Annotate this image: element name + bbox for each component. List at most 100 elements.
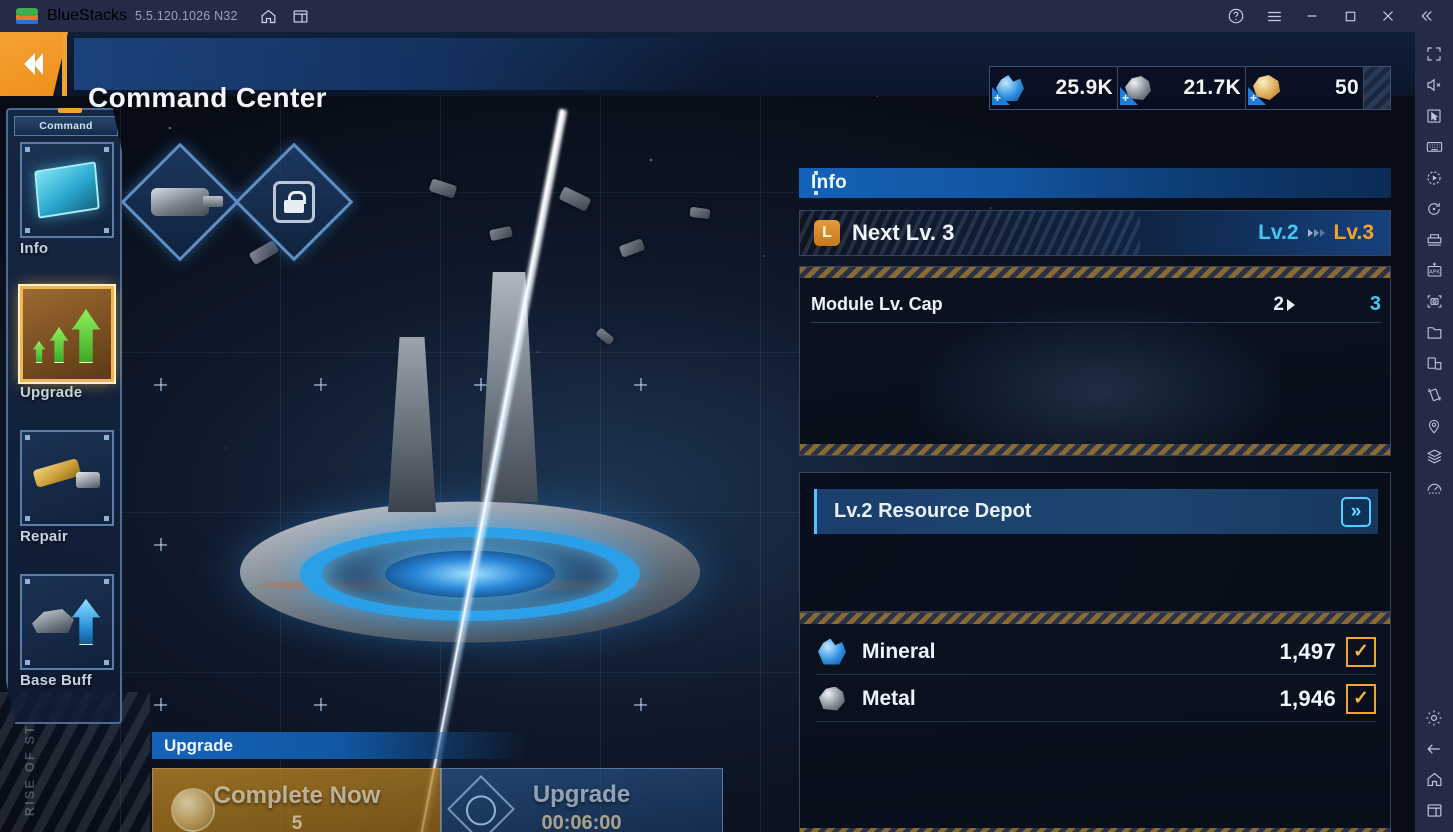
- bluestacks-window: BlueStacks 5.5.120.1026 N32 RISE OF ST C…: [0, 0, 1453, 832]
- info-blueprint-icon: [20, 142, 114, 238]
- header-accent-bar: [62, 32, 67, 96]
- mineral-crystal-icon: [816, 635, 854, 669]
- next-level-row: L Next Lv. 3 Lv.2 Lv.3: [799, 210, 1391, 256]
- lock-icon: [262, 170, 326, 234]
- keyboard-controls-icon[interactable]: [1419, 131, 1449, 162]
- sidebar-item-label: Upgrade: [20, 384, 83, 401]
- fullscreen-icon[interactable]: [1419, 38, 1449, 69]
- module-cap-panel: Module Lv. Cap 2 3: [799, 266, 1391, 456]
- unlock-label: Lv.2 Resource Depot: [834, 500, 1032, 522]
- home-icon[interactable]: [1419, 764, 1449, 795]
- sidebar-item-base-buff[interactable]: Base Buff: [20, 574, 114, 689]
- back-button[interactable]: [0, 32, 68, 96]
- cursor-icon[interactable]: [1419, 100, 1449, 131]
- mineral-value: 25.9K: [1055, 76, 1113, 99]
- titlebar: BlueStacks 5.5.120.1026 N32: [0, 0, 1453, 32]
- upgrade-cost-panel: Mineral 1,497 ✓ Metal 1,946 ✓: [799, 612, 1391, 832]
- location-icon[interactable]: [1419, 410, 1449, 441]
- multi-instance-icon[interactable]: [1419, 224, 1449, 255]
- layers-icon[interactable]: [1419, 441, 1449, 472]
- next-level-label: Next Lv. 3: [852, 220, 955, 245]
- sidebar-item-info[interactable]: Info: [20, 142, 114, 257]
- titlebar-nav-icons: [254, 3, 316, 29]
- metal-ore-icon: +: [1120, 71, 1156, 105]
- page-title: Command Center: [88, 82, 327, 113]
- help-icon[interactable]: [1219, 2, 1253, 30]
- close-icon[interactable]: [1371, 2, 1405, 30]
- level-progression: Lv.2 Lv.3: [1258, 221, 1374, 245]
- collapse-sidebar-icon[interactable]: [1409, 2, 1443, 30]
- titlebar-window-controls: [1219, 2, 1447, 30]
- sidebar-item-label: Repair: [20, 528, 68, 545]
- maximize-icon[interactable]: [1333, 2, 1367, 30]
- metal-value: 21.7K: [1183, 76, 1241, 99]
- game-viewport: RISE OF ST Command Center + 25.9K + 21.7…: [0, 32, 1415, 832]
- copy-to-pc-icon[interactable]: [1419, 348, 1449, 379]
- panel-header: Command: [14, 116, 118, 136]
- gold-nugget-icon: +: [1248, 71, 1284, 105]
- resource-metal[interactable]: + 21.7K: [1118, 67, 1246, 109]
- info-panel-header: Info: [799, 168, 1391, 198]
- performance-gauge-icon[interactable]: [1419, 472, 1449, 503]
- resource-mineral[interactable]: + 25.9K: [990, 67, 1118, 109]
- sidebar-item-repair[interactable]: Repair: [20, 430, 114, 545]
- app-name: BlueStacks: [47, 7, 128, 24]
- cost-amount: 1,946: [1279, 685, 1336, 711]
- resource-bar-end-decor: [1364, 67, 1390, 109]
- confirm-seal-icon: [447, 775, 515, 832]
- current-level: Lv.2: [1258, 221, 1299, 244]
- mute-icon[interactable]: [1419, 69, 1449, 100]
- arrow-right-icon: [1307, 229, 1325, 237]
- complete-now-button[interactable]: Complete Now 5: [152, 768, 442, 832]
- module-cap-current: 2: [1273, 294, 1295, 316]
- upgrade-timer: 00:06:00: [541, 812, 622, 832]
- sidebar-item-upgrade[interactable]: Upgrade: [20, 286, 114, 401]
- rotate-screen-icon[interactable]: [1419, 193, 1449, 224]
- space-station-artwork: [150, 108, 770, 832]
- install-apk-icon[interactable]: APK: [1419, 255, 1449, 286]
- gold-coin-icon: [171, 788, 215, 832]
- shake-icon[interactable]: [1419, 379, 1449, 410]
- repair-wrench-icon: [20, 430, 114, 526]
- cost-row-metal: Metal 1,946 ✓: [816, 676, 1376, 722]
- cost-check-icon: ✓: [1346, 636, 1376, 667]
- back-arrow-icon[interactable]: [1419, 733, 1449, 764]
- app-version: 5.5.120.1026 N32: [135, 9, 238, 23]
- module-cap-next: 3: [1369, 293, 1381, 315]
- upgrade-button[interactable]: Upgrade 00:06:00: [440, 768, 723, 832]
- media-manager-folder-icon[interactable]: [1419, 317, 1449, 348]
- game-header: Command Center + 25.9K + 21.7K + 50: [0, 32, 1415, 113]
- double-chevron-right-icon[interactable]: »: [1341, 496, 1371, 527]
- panel-header-label: Command: [39, 120, 93, 132]
- module-cap-row: Module Lv. Cap 2 3: [811, 287, 1381, 323]
- hamburger-menu-icon[interactable]: [1257, 2, 1291, 30]
- home-icon[interactable]: [254, 3, 284, 29]
- turret-module-icon: [148, 170, 212, 234]
- cost-name: Mineral: [862, 639, 936, 663]
- recents-icon[interactable]: [286, 3, 316, 29]
- settings-gear-icon[interactable]: [1419, 702, 1449, 733]
- game-watermark: RISE OF ST: [22, 723, 37, 816]
- target-level: Lv.3: [1333, 221, 1374, 244]
- recents-icon[interactable]: [1419, 795, 1449, 826]
- cost-amount: 1,497: [1279, 638, 1336, 664]
- complete-now-label: Complete Now: [213, 781, 381, 809]
- screenshot-icon[interactable]: [1419, 286, 1449, 317]
- resource-gold[interactable]: + 50: [1246, 67, 1364, 109]
- sidebar-item-label: Info: [20, 240, 49, 257]
- complete-now-cost: 5: [291, 812, 303, 832]
- upgrade-label: Upgrade: [532, 781, 631, 808]
- upgrade-bar-title: Upgrade: [164, 735, 233, 755]
- unlock-panel: Lv.2 Resource Depot »: [799, 472, 1391, 612]
- macro-recorder-icon[interactable]: [1419, 162, 1449, 193]
- minimize-icon[interactable]: [1295, 2, 1329, 30]
- bluestacks-logo-icon: [16, 5, 38, 27]
- mineral-crystal-icon: +: [992, 71, 1028, 105]
- upgrade-bar-header: Upgrade: [152, 732, 528, 759]
- cost-name: Metal: [862, 686, 916, 710]
- metal-ore-icon: [816, 682, 854, 716]
- upgrade-arrows-icon: [20, 286, 114, 382]
- back-chevron-icon: [23, 51, 45, 77]
- resource-bar: + 25.9K + 21.7K + 50: [989, 66, 1391, 110]
- unlock-resource-depot-row[interactable]: Lv.2 Resource Depot »: [814, 489, 1378, 534]
